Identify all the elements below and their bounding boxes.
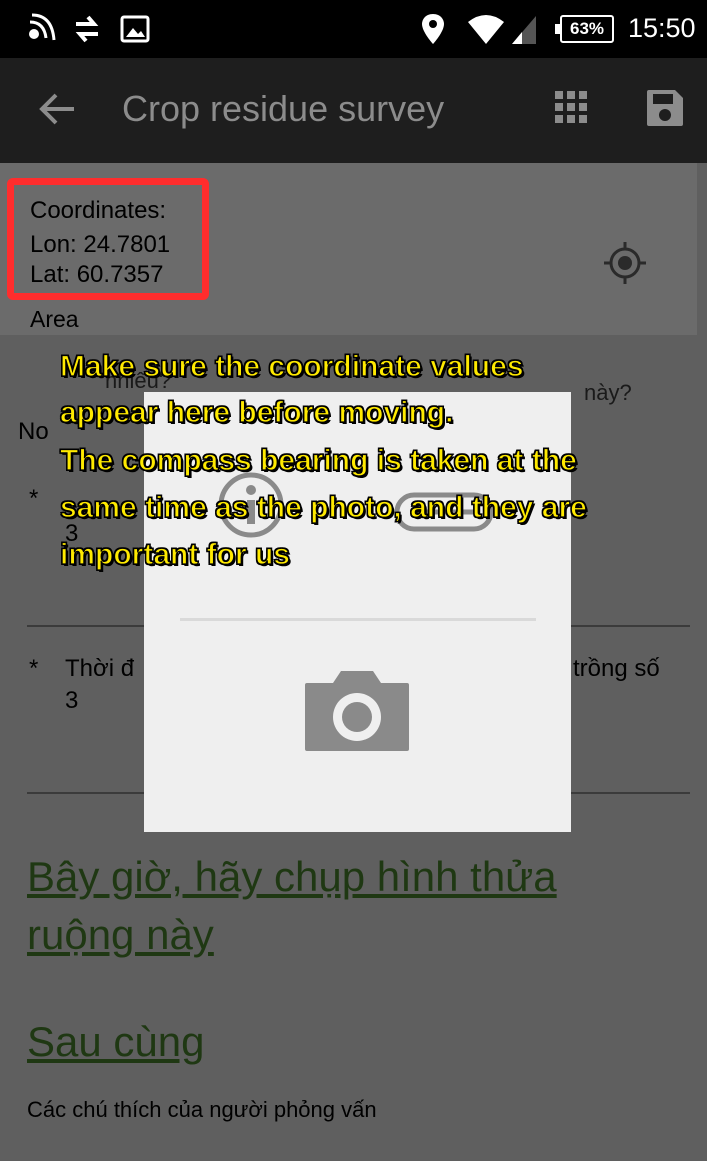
- highlight-box: [7, 178, 209, 300]
- camera-icon[interactable]: [303, 669, 411, 753]
- image-icon: [120, 15, 150, 43]
- annotation-text: same time as the photo, and they are: [59, 490, 587, 524]
- nfc-icon: [29, 13, 56, 41]
- status-bar: 63% 15:50: [0, 0, 707, 58]
- annotation-text: Make sure the coordinate values: [59, 349, 524, 383]
- question-text: Thời đ: [65, 655, 135, 682]
- battery-icon: 63%: [555, 15, 614, 43]
- question-text: 3: [65, 687, 79, 714]
- form-partial-text: No: [18, 418, 49, 445]
- annotation-text: appear here before moving.: [59, 395, 454, 429]
- location-icon: [422, 14, 444, 44]
- divider: [180, 618, 536, 621]
- final-section-link[interactable]: Sau cùng: [27, 1018, 204, 1066]
- page-title: Crop residue survey: [122, 88, 445, 129]
- save-icon[interactable]: [645, 88, 685, 128]
- question-text: trồng số: [573, 655, 660, 682]
- required-marker: *: [29, 485, 39, 512]
- app-bar: Crop residue survey: [0, 58, 707, 163]
- annotation-text: The compass bearing is taken at the: [59, 443, 577, 477]
- area-label: Area: [30, 306, 79, 332]
- back-icon[interactable]: [34, 86, 80, 132]
- wifi-icon: [468, 15, 504, 44]
- sync-icon: [75, 15, 99, 43]
- gps-target-icon[interactable]: [602, 240, 648, 286]
- required-marker: *: [29, 655, 39, 682]
- interviewer-notes-label: Các chú thích của người phỏng vấn: [27, 1097, 377, 1122]
- photo-section-link[interactable]: Bây giờ, hãy chụp hình thửa ruộng này: [27, 848, 647, 964]
- annotation-text: important for us: [59, 537, 290, 571]
- status-clock: 15:50: [628, 13, 696, 43]
- signal-icon: [512, 16, 536, 44]
- grid-icon[interactable]: [554, 90, 588, 124]
